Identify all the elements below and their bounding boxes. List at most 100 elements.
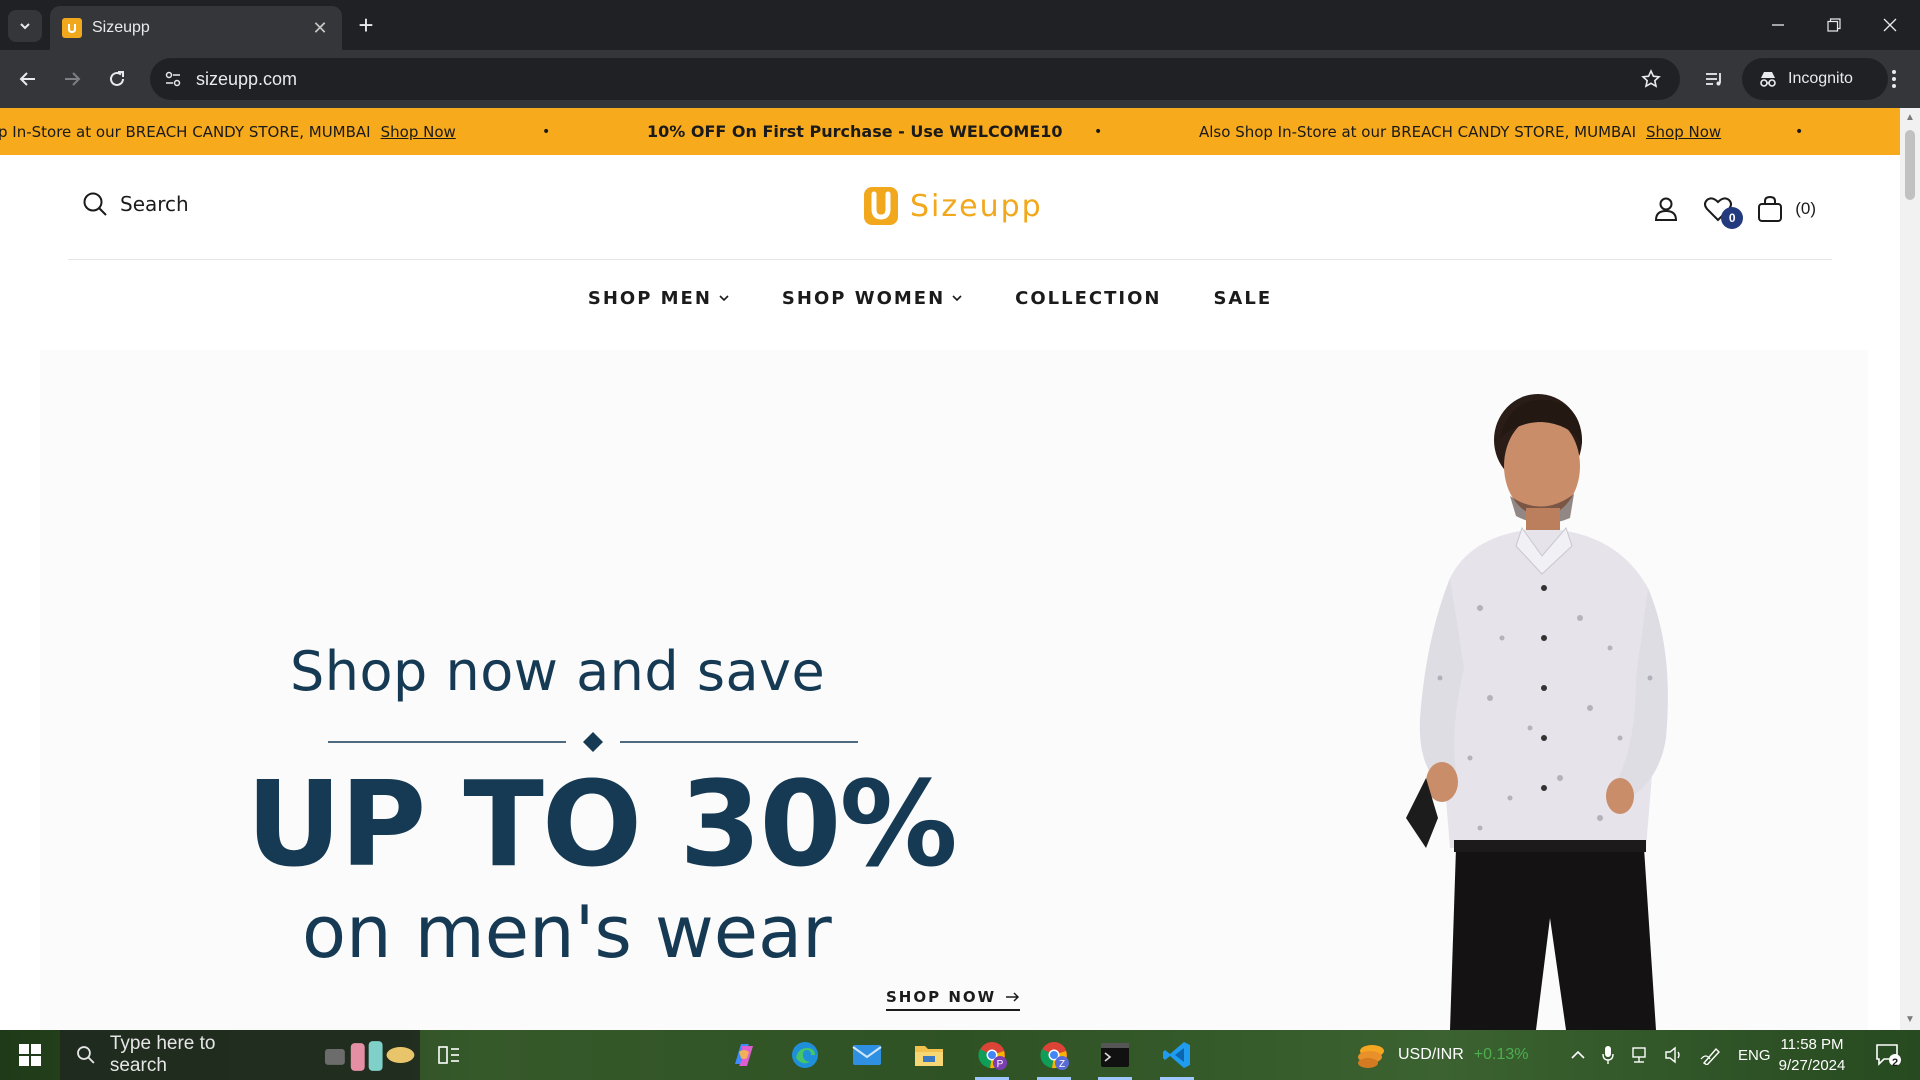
logo-wordmark: Sizeupp bbox=[910, 188, 1043, 224]
microphone-icon[interactable] bbox=[1602, 1045, 1614, 1065]
sizeupp-logo-icon bbox=[864, 187, 898, 225]
hero-subheadline: on men's wear bbox=[302, 890, 832, 974]
url-text: sizeupp.com bbox=[196, 68, 298, 89]
taskbar-terminal[interactable] bbox=[1088, 1030, 1142, 1080]
minimize-button[interactable] bbox=[1750, 0, 1806, 50]
shop-now-button[interactable]: SHOP NOW bbox=[886, 988, 1021, 1011]
nav-sale[interactable]: SALE bbox=[1213, 278, 1272, 318]
announcement-store-2: Also Shop In-Store at our BREACH CANDY S… bbox=[1199, 108, 1721, 155]
taskbar-file-explorer[interactable] bbox=[902, 1030, 956, 1080]
restore-icon bbox=[1827, 18, 1841, 32]
svg-text:Z: Z bbox=[1059, 1059, 1065, 1070]
announcement-offer: 10% OFF On First Purchase - Use WELCOME1… bbox=[647, 108, 1063, 155]
separator-dot: • bbox=[1795, 123, 1804, 140]
notification-center-button[interactable]: 2 bbox=[1868, 1030, 1908, 1080]
chrome-icon: P bbox=[978, 1042, 1007, 1070]
nav-label: SALE bbox=[1213, 287, 1273, 309]
site-logo[interactable]: Sizeupp bbox=[862, 185, 1043, 227]
incognito-indicator[interactable]: Incognito bbox=[1742, 58, 1888, 100]
user-icon bbox=[1655, 197, 1678, 221]
site-header: Search Sizeupp 0 (0) bbox=[68, 155, 1832, 260]
reload-button[interactable] bbox=[101, 63, 133, 95]
chevron-down-icon bbox=[20, 23, 30, 30]
taskbar-vscode[interactable] bbox=[1150, 1030, 1204, 1080]
incognito-icon bbox=[1760, 72, 1776, 87]
header-actions: 0 (0) bbox=[1653, 195, 1816, 229]
restore-button[interactable] bbox=[1806, 0, 1862, 50]
nav-shop-women[interactable]: SHOP WOMEN bbox=[782, 278, 963, 318]
back-button[interactable] bbox=[12, 63, 44, 95]
separator-dot: • bbox=[542, 123, 551, 140]
ticker-label: USD/INR bbox=[1398, 1046, 1464, 1063]
clock-time: 11:58 PM bbox=[1780, 1036, 1844, 1053]
ticker-widget[interactable]: USD/INR +0.13% bbox=[1356, 1030, 1529, 1080]
address-bar[interactable]: sizeupp.com bbox=[150, 58, 1680, 100]
browser-menu-button[interactable] bbox=[1878, 63, 1910, 95]
network-icon[interactable] bbox=[1630, 1046, 1648, 1064]
arrow-right-icon bbox=[65, 72, 81, 86]
reload-icon bbox=[110, 71, 124, 86]
new-tab-button[interactable]: + bbox=[352, 12, 380, 40]
scroll-up-icon[interactable]: ▲ bbox=[1905, 112, 1915, 123]
task-view-button[interactable] bbox=[422, 1030, 476, 1080]
windows-logo-icon bbox=[19, 1044, 41, 1066]
hero-divider bbox=[328, 732, 858, 752]
announcement-text: Also Shop In-Store at our BREACH CANDY S… bbox=[1199, 122, 1636, 141]
terminal-icon bbox=[1101, 1043, 1129, 1067]
close-icon bbox=[1883, 18, 1897, 32]
pen-icon[interactable] bbox=[1700, 1045, 1722, 1065]
arrow-right-icon bbox=[1006, 992, 1020, 1002]
separator-dot: • bbox=[1094, 123, 1103, 140]
scroll-down-icon[interactable]: ▼ bbox=[1905, 1014, 1915, 1025]
cart-button[interactable]: (0) bbox=[1757, 195, 1816, 223]
volume-icon[interactable] bbox=[1664, 1046, 1684, 1064]
web-page: p In-Store at our BREACH CANDY STORE, MU… bbox=[0, 108, 1900, 1030]
arrow-left-icon bbox=[19, 72, 35, 86]
search-highlight-icon bbox=[324, 1041, 415, 1071]
search-button[interactable]: Search bbox=[82, 191, 189, 217]
chevron-up-icon[interactable] bbox=[1570, 1049, 1586, 1061]
taskbar-search-placeholder: Type here to search bbox=[109, 1033, 216, 1076]
sizeupp-favicon-icon bbox=[62, 18, 82, 38]
announcement-text: p In-Store at our BREACH CANDY STORE, MU… bbox=[0, 122, 371, 141]
chrome-icon: Z bbox=[1040, 1042, 1069, 1070]
shop-now-link[interactable]: Shop Now bbox=[1646, 123, 1721, 141]
browser-tab[interactable]: Sizeupp ✕ bbox=[50, 6, 342, 50]
system-tray: ENG bbox=[1570, 1030, 1771, 1080]
tab-close-icon[interactable]: ✕ bbox=[310, 18, 330, 39]
nav-shop-men[interactable]: SHOP MEN bbox=[588, 278, 730, 318]
page-scrollbar[interactable]: ▲ ▼ bbox=[1900, 108, 1920, 1030]
search-label: Search bbox=[120, 192, 189, 216]
wishlist-button[interactable]: 0 bbox=[1703, 195, 1744, 229]
taskbar-search-box[interactable]: Type here to search bbox=[60, 1030, 420, 1080]
nav-collection[interactable]: COLLECTION bbox=[1015, 278, 1161, 318]
media-control-button[interactable] bbox=[1698, 63, 1730, 95]
taskbar-chrome-profile-p[interactable]: P bbox=[965, 1030, 1019, 1080]
account-button[interactable] bbox=[1653, 196, 1679, 222]
nav-label: SHOP WOMEN bbox=[781, 287, 946, 309]
svg-text:P: P bbox=[997, 1059, 1004, 1070]
copilot-icon bbox=[735, 1044, 753, 1066]
taskbar-edge[interactable] bbox=[778, 1030, 832, 1080]
taskbar-copilot[interactable] bbox=[717, 1030, 771, 1080]
bookmark-star-icon[interactable] bbox=[1640, 68, 1662, 90]
scrollbar-thumb[interactable] bbox=[1905, 130, 1915, 200]
taskbar-mail[interactable] bbox=[840, 1030, 894, 1080]
announcement-bar: p In-Store at our BREACH CANDY STORE, MU… bbox=[0, 108, 1900, 155]
browser-tab-bar: Sizeupp ✕ + bbox=[0, 0, 1920, 50]
system-clock[interactable]: 11:58 PM 9/27/2024 bbox=[1760, 1034, 1864, 1076]
forward-button[interactable] bbox=[56, 63, 88, 95]
hero-banner[interactable]: Shop now and save UP TO 30% on men's wea… bbox=[40, 350, 1868, 1030]
incognito-label: Incognito bbox=[1788, 70, 1853, 87]
taskbar-chrome-profile-z[interactable]: Z bbox=[1027, 1030, 1081, 1080]
search-icon bbox=[77, 1046, 95, 1064]
shop-now-link[interactable]: Shop Now bbox=[381, 123, 456, 141]
folder-icon bbox=[915, 1046, 943, 1066]
nav-label: SHOP MEN bbox=[587, 287, 712, 309]
tab-title: Sizeupp bbox=[92, 19, 150, 36]
tab-search-button[interactable] bbox=[8, 10, 42, 42]
start-button[interactable] bbox=[0, 1030, 60, 1080]
minimize-icon bbox=[1772, 24, 1784, 26]
site-info-icon[interactable] bbox=[162, 68, 184, 90]
close-window-button[interactable] bbox=[1862, 0, 1918, 50]
